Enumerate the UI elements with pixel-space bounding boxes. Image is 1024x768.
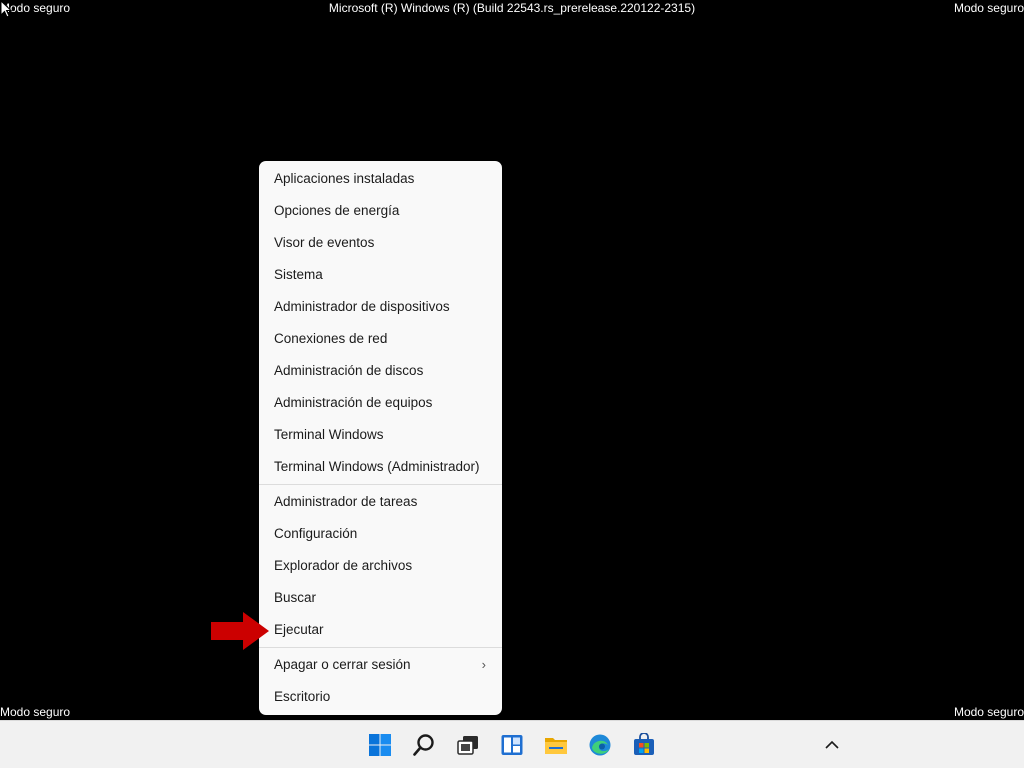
edge-icon[interactable]	[588, 733, 612, 757]
menu-item-windows-terminal[interactable]: Terminal Windows	[259, 419, 502, 451]
menu-item-disk-management[interactable]: Administración de discos	[259, 355, 502, 387]
safe-mode-label-top-right: Modo seguro	[953, 1, 1024, 15]
quick-link-menu: Aplicaciones instaladas Opciones de ener…	[259, 161, 502, 715]
build-info-label: Microsoft (R) Windows (R) (Build 22543.r…	[328, 1, 696, 15]
menu-item-task-manager[interactable]: Administrador de tareas	[259, 486, 502, 518]
chevron-up-icon[interactable]	[820, 733, 844, 757]
file-explorer-icon[interactable]	[544, 733, 568, 757]
safe-mode-label-bottom-right: Modo seguro	[953, 705, 1024, 719]
taskbar	[0, 720, 1024, 768]
safe-mode-label-bottom-left: Modo seguro	[0, 705, 71, 719]
menu-separator	[259, 484, 502, 485]
menu-item-device-manager[interactable]: Administrador de dispositivos	[259, 291, 502, 323]
menu-item-file-explorer[interactable]: Explorador de archivos	[259, 550, 502, 582]
menu-item-installed-apps[interactable]: Aplicaciones instaladas	[259, 163, 502, 195]
menu-item-label: Apagar o cerrar sesión	[274, 657, 411, 672]
menu-item-run[interactable]: Ejecutar	[259, 614, 502, 646]
menu-separator	[259, 647, 502, 648]
search-icon[interactable]	[412, 733, 436, 757]
mouse-cursor-icon	[0, 0, 12, 18]
widgets-icon[interactable]	[500, 733, 524, 757]
menu-item-power-options[interactable]: Opciones de energía	[259, 195, 502, 227]
menu-item-network-connections[interactable]: Conexiones de red	[259, 323, 502, 355]
red-arrow-annotation-icon	[211, 612, 269, 650]
menu-item-event-viewer[interactable]: Visor de eventos	[259, 227, 502, 259]
menu-item-computer-management[interactable]: Administración de equipos	[259, 387, 502, 419]
menu-item-windows-terminal-admin[interactable]: Terminal Windows (Administrador)	[259, 451, 502, 483]
start-icon[interactable]	[368, 733, 392, 757]
menu-item-desktop[interactable]: Escritorio	[259, 681, 502, 713]
task-view-icon[interactable]	[456, 733, 480, 757]
menu-item-system[interactable]: Sistema	[259, 259, 502, 291]
chevron-right-icon: ›	[481, 657, 486, 672]
menu-item-shutdown-signout[interactable]: Apagar o cerrar sesión ›	[259, 649, 502, 681]
store-icon[interactable]	[632, 733, 656, 757]
menu-item-search[interactable]: Buscar	[259, 582, 502, 614]
menu-item-settings[interactable]: Configuración	[259, 518, 502, 550]
